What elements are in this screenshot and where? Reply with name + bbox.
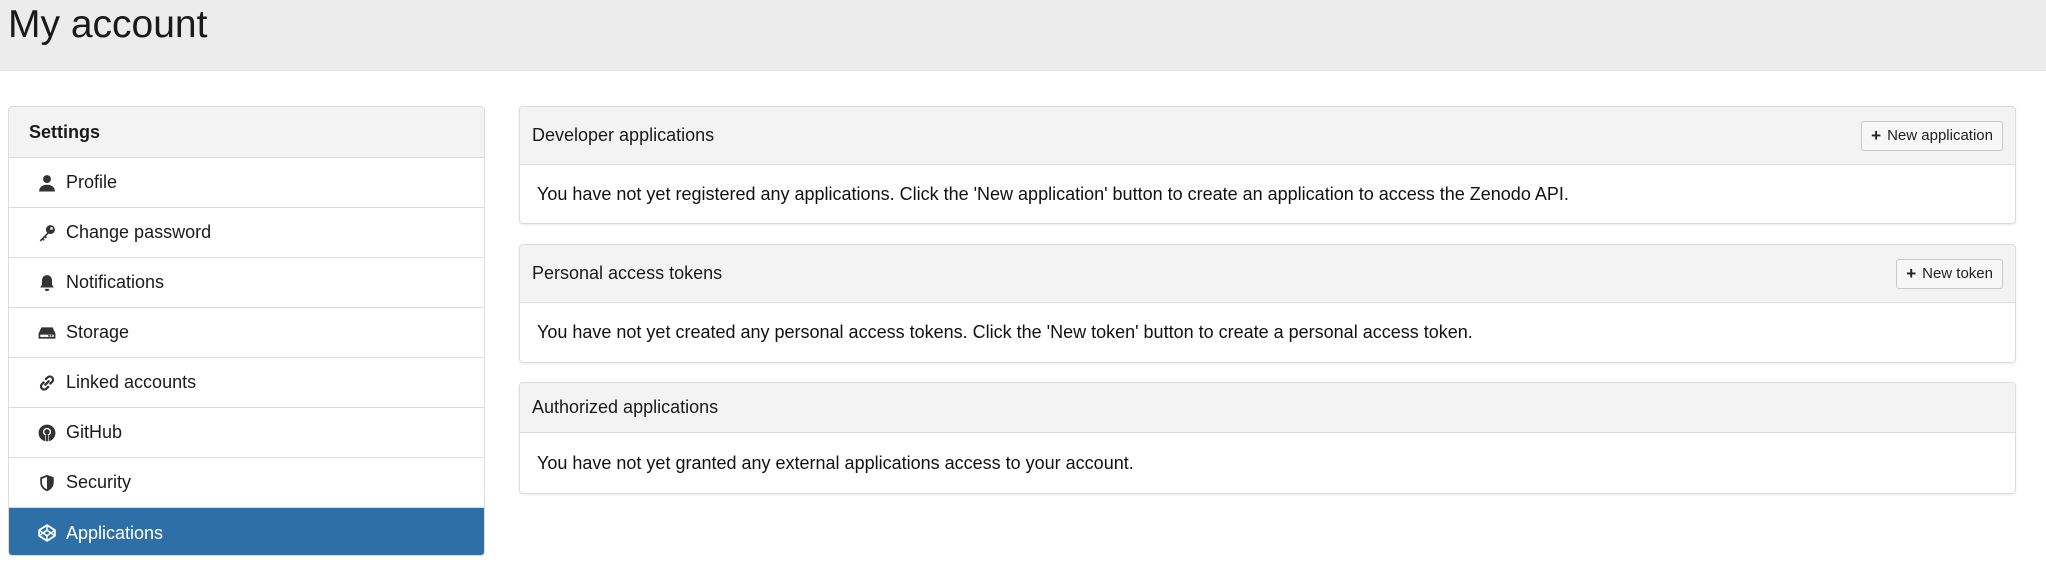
button-label: New token xyxy=(1922,265,1993,282)
authorized-applications-panel: Authorized applications You have not yet… xyxy=(519,382,2016,494)
key-icon xyxy=(38,224,56,242)
page-header: My account xyxy=(0,0,2046,71)
sidebar-item-applications[interactable]: Applications xyxy=(9,508,484,555)
sidebar-item-label: Notifications xyxy=(66,272,165,292)
plus-icon: + xyxy=(1906,264,1917,283)
new-token-button[interactable]: + New token xyxy=(1896,258,2003,289)
sidebar-item-linked-accounts[interactable]: Linked accounts xyxy=(9,358,484,408)
github-icon xyxy=(38,424,56,442)
user-icon xyxy=(38,174,56,192)
panel-body: You have not yet registered any applicat… xyxy=(520,165,2015,223)
sidebar-item-label: Storage xyxy=(66,322,130,342)
panel-title: Developer applications xyxy=(532,125,715,145)
new-application-button[interactable]: + New application xyxy=(1861,120,2003,151)
sidebar-item-label: GitHub xyxy=(66,422,123,442)
sidebar-item-notifications[interactable]: Notifications xyxy=(9,258,484,308)
empty-state-text: You have not yet registered any applicat… xyxy=(537,183,1569,204)
sidebar-item-storage[interactable]: Storage xyxy=(9,308,484,358)
empty-state-text: You have not yet created any personal ac… xyxy=(537,322,1473,342)
sidebar-item-github[interactable]: GitHub xyxy=(9,408,484,458)
empty-state-text: You have not yet granted any external ap… xyxy=(537,452,1134,473)
hard-drive-icon xyxy=(38,324,56,342)
panel-header: Authorized applications xyxy=(520,383,2015,433)
panel-body: You have not yet granted any external ap… xyxy=(520,433,2015,493)
plus-icon: + xyxy=(1871,126,1882,145)
sidebar-item-label: Linked accounts xyxy=(66,372,197,392)
link-icon xyxy=(38,374,56,392)
panel-header: Developer applications + New application xyxy=(520,107,2015,165)
panel-header: Personal access tokens + New token xyxy=(520,245,2015,303)
codepen-icon xyxy=(38,524,56,542)
developer-applications-panel: Developer applications + New application… xyxy=(519,106,2016,224)
sidebar-item-security[interactable]: Security xyxy=(9,458,484,508)
sidebar-item-profile[interactable]: Profile xyxy=(9,158,484,208)
button-label: New application xyxy=(1887,127,1993,144)
sidebar-item-label: Applications xyxy=(66,522,164,543)
panel-title: Authorized applications xyxy=(532,397,719,417)
personal-access-tokens-panel: Personal access tokens + New token You h… xyxy=(519,244,2016,363)
sidebar-item-change-password[interactable]: Change password xyxy=(9,208,484,258)
panel-body: You have not yet created any personal ac… xyxy=(520,303,2015,362)
sidebar-item-label: Security xyxy=(66,472,132,492)
sidebar-item-label: Change password xyxy=(66,222,212,242)
page-title: My account xyxy=(8,3,208,46)
settings-sidebar: Settings Profile Change password Notific… xyxy=(8,106,485,556)
panel-title: Personal access tokens xyxy=(532,263,723,283)
sidebar-item-label: Profile xyxy=(66,172,118,192)
bell-icon xyxy=(38,274,56,292)
sidebar-heading: Settings xyxy=(9,107,484,158)
shield-icon xyxy=(38,474,56,492)
